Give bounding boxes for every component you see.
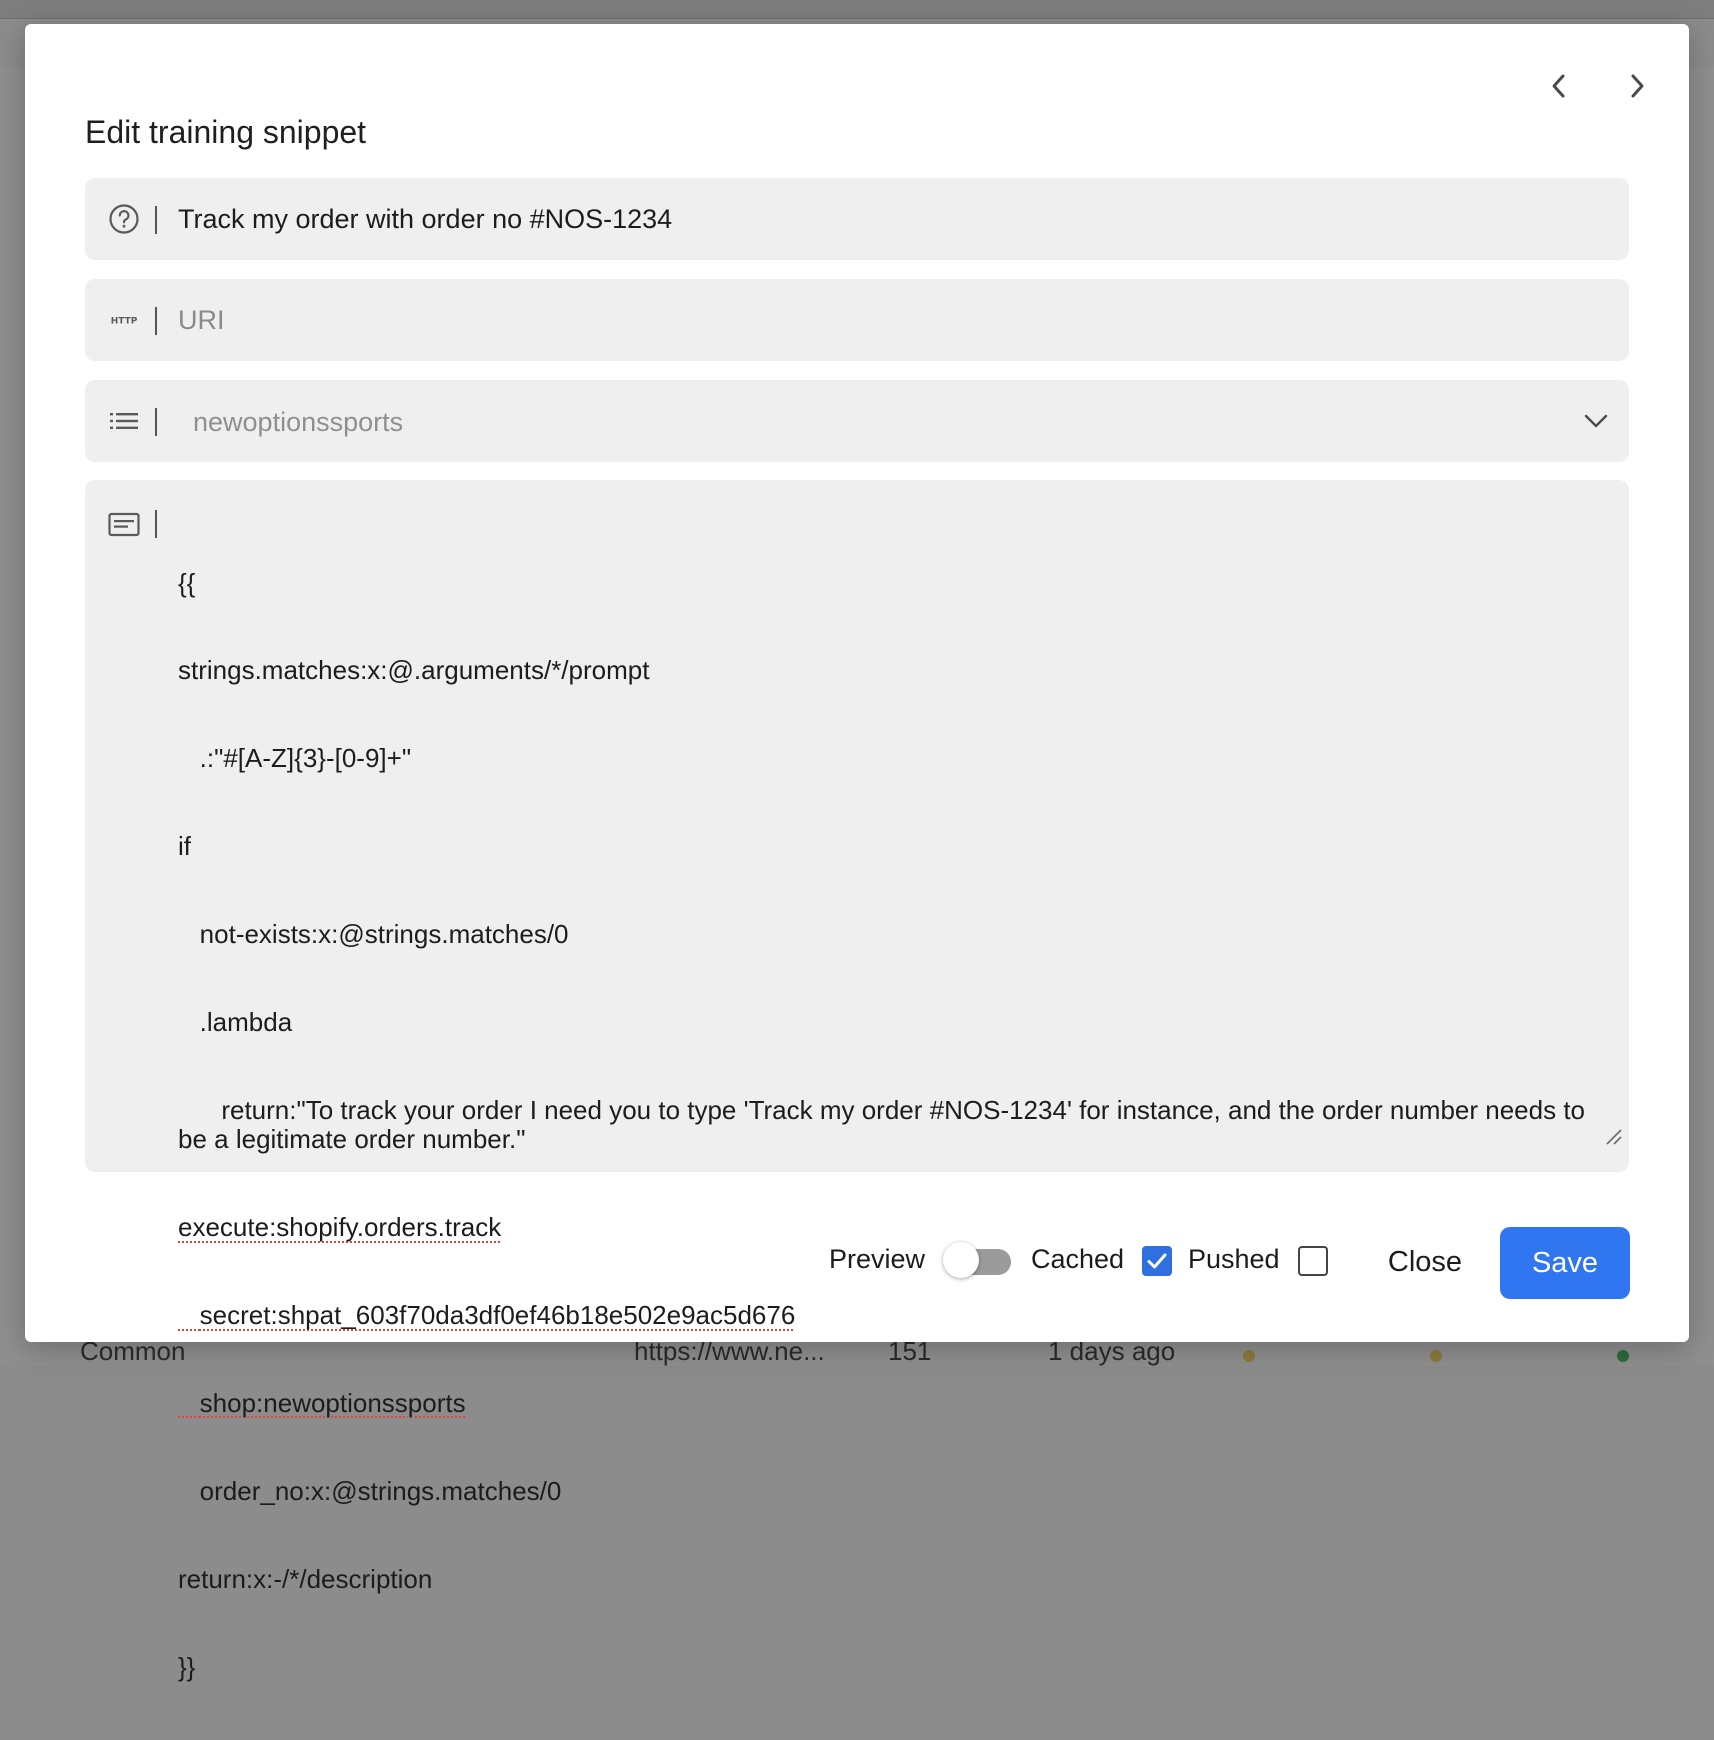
code-line: not-exists:x:@strings.matches/0 [178, 919, 569, 950]
context-select[interactable]: newoptionssports [85, 380, 1629, 462]
background-topbar [0, 0, 1714, 19]
code-line: return:x:-/*/description [178, 1563, 433, 1594]
uri-input[interactable]: URI [178, 305, 225, 336]
code-line: secret:shpat_603f70da3df0ef46b18e502e9ac… [178, 1300, 796, 1331]
toggle-knob [943, 1242, 979, 1278]
code-line: strings.matches:x:@.arguments/*/prompt [178, 655, 650, 686]
dialog-title: Edit training snippet [85, 114, 367, 150]
preview-toggle[interactable] [943, 1242, 1011, 1278]
chevron-left-icon [1552, 74, 1565, 98]
pushed-checkbox[interactable] [1298, 1246, 1328, 1276]
preview-label: Preview [829, 1244, 926, 1274]
field-separator [155, 408, 157, 436]
text-box-icon [107, 508, 141, 542]
question-circle-icon [107, 202, 141, 236]
prompt-field[interactable]: Track my order with order no #NOS-1234 [85, 178, 1629, 260]
list-icon [107, 404, 141, 438]
close-button[interactable]: Close [1365, 1230, 1485, 1294]
code-line: shop:newoptionssports [178, 1387, 466, 1418]
svg-text:HTTP: HTTP [111, 317, 138, 327]
edit-snippet-dialog: Edit training snippet Track my order wit… [25, 24, 1689, 1681]
code-line: return:"To track your order I need you t… [178, 1094, 1593, 1155]
completion-textarea[interactable]: {{ strings.matches:x:@.arguments/*/promp… [178, 510, 1608, 1740]
chevron-down-icon[interactable] [1581, 406, 1611, 436]
cached-label: Cached [1031, 1244, 1125, 1274]
code-line: .lambda [178, 1007, 293, 1038]
chevron-right-icon [1631, 74, 1644, 98]
field-separator [155, 307, 157, 335]
code-line: .:"#[A-Z]{3}-[0-9]+" [178, 743, 412, 774]
code-line: }} [178, 1651, 196, 1682]
field-separator [155, 206, 157, 234]
http-icon: HTTP [107, 303, 141, 337]
uri-field[interactable]: HTTP URI [85, 279, 1629, 361]
field-separator [155, 510, 157, 538]
cached-checkbox[interactable] [1142, 1246, 1172, 1276]
context-select-value[interactable]: newoptionssports [193, 407, 403, 438]
code-line: order_no:x:@strings.matches/0 [178, 1475, 562, 1506]
code-line: if [178, 831, 191, 862]
resize-handle-icon[interactable] [1603, 1126, 1623, 1146]
check-icon [1147, 1253, 1167, 1269]
code-line: {{ [178, 567, 196, 598]
save-button[interactable]: Save [1500, 1227, 1630, 1299]
prompt-input[interactable]: Track my order with order no #NOS-1234 [178, 204, 672, 235]
pushed-label: Pushed [1188, 1244, 1280, 1274]
previous-button[interactable] [1537, 64, 1581, 108]
status-dot [1617, 1350, 1629, 1362]
completion-field[interactable]: {{ strings.matches:x:@.arguments/*/promp… [85, 480, 1629, 1681]
next-button[interactable] [1615, 64, 1659, 108]
